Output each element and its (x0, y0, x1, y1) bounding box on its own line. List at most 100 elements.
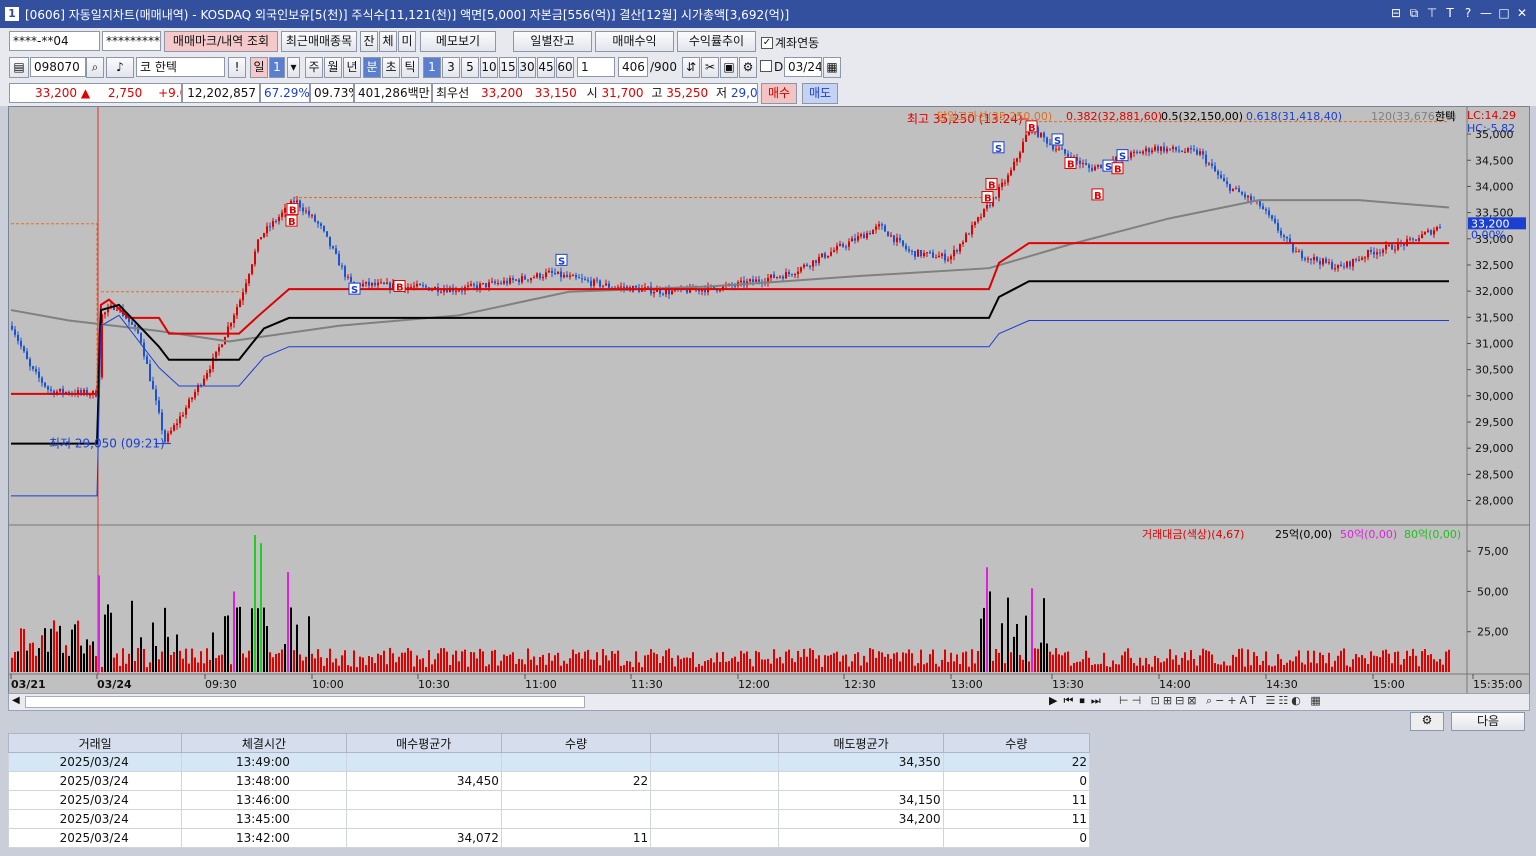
password-input[interactable]: ********* (102, 31, 161, 51)
period-week[interactable]: 주 (305, 57, 323, 78)
calendar-icon[interactable]: ▦ (823, 57, 841, 78)
sell-marker[interactable]: S (348, 282, 361, 296)
memo-button[interactable]: 메모보기 (420, 31, 496, 52)
count-input[interactable]: 406 (618, 57, 648, 77)
date-input[interactable]: 03/24 (784, 57, 822, 77)
balance-button[interactable]: 잔 (360, 31, 378, 52)
maximize-icon[interactable]: □ (1496, 5, 1512, 21)
buy-marker[interactable]: B (285, 214, 298, 228)
chart-scrollbar[interactable]: ◀ ▶⏮⏹⏭ ⊢⊣ ⊡⊞⊟⊠ ⌕−+AT ☰☷◐ ▦ (8, 693, 1530, 711)
volume-bar (11, 657, 13, 672)
sell-marker[interactable]: S (1051, 133, 1064, 147)
column-header[interactable]: 거래일 (7, 733, 183, 753)
column-header[interactable]: 체결시간 (181, 733, 347, 753)
volume-bar (137, 648, 139, 672)
table-row[interactable]: 2025/03/24 13:42:00 34,072 11 0 (7, 828, 1091, 848)
gear-icon[interactable]: ⚙ (739, 57, 757, 78)
sell-button[interactable]: 매도 (802, 83, 838, 104)
copy-icon[interactable]: ⧉ (1406, 5, 1422, 21)
buy-marker[interactable]: B (985, 177, 998, 191)
minute-1[interactable]: 1 (423, 57, 441, 78)
sell-marker[interactable]: S (1116, 149, 1129, 163)
link-icon[interactable]: ⊟ (1388, 5, 1404, 21)
period-month[interactable]: 월 (324, 57, 342, 78)
recent-trades-button[interactable]: 최근매매종목 (281, 31, 357, 52)
candle-body (1184, 151, 1186, 153)
buy-button[interactable]: 매수 (761, 83, 797, 104)
account-select[interactable]: ****-**04 (9, 31, 100, 51)
table-row[interactable]: 2025/03/24 13:45:00 34,200 11 (7, 809, 1091, 829)
n-select[interactable]: 1 (577, 57, 615, 77)
next-button[interactable]: 다음 (1451, 712, 1525, 731)
alert-button[interactable]: ! (228, 57, 246, 78)
minute-45[interactable]: 45 (537, 57, 555, 78)
unfilled-button[interactable]: 미 (398, 31, 416, 52)
volume-bar (254, 535, 256, 672)
help-icon[interactable]: ? (1460, 5, 1476, 21)
sell-marker[interactable]: S (555, 253, 568, 267)
column-header[interactable]: 수량 (942, 733, 1091, 753)
scroll-left-icon[interactable]: ◀ (12, 695, 20, 706)
period-n[interactable]: 1 (269, 57, 285, 78)
font-icon[interactable]: T (1442, 5, 1458, 21)
period-day[interactable]: 일 (250, 57, 268, 78)
chart-type-icon[interactable]: ▤ (9, 57, 29, 78)
candle-body (488, 282, 490, 288)
minimize-icon[interactable]: — (1478, 5, 1494, 21)
period-second[interactable]: 초 (382, 57, 400, 78)
settings-icon[interactable]: ⚙ (1410, 712, 1444, 731)
buy-marker[interactable]: B (393, 280, 406, 294)
minute-30[interactable]: 30 (518, 57, 536, 78)
daily-balance-button[interactable]: 일별잔고 (513, 31, 592, 52)
tool-icon-1[interactable]: ⇵ (682, 57, 700, 78)
buy-marker[interactable]: B (981, 191, 994, 205)
buy-marker[interactable]: B (1091, 188, 1104, 202)
buy-marker[interactable]: B (1111, 162, 1124, 176)
column-header[interactable]: 수량 (500, 733, 652, 753)
period-minute[interactable]: 분 (363, 57, 381, 78)
table-row[interactable]: 2025/03/24 13:48:00 34,450 22 0 (7, 771, 1091, 791)
price-chart[interactable]: 35,000 34,500 34,000 33,500 33,000 32,500 32,0… (8, 106, 1530, 694)
playback-controls[interactable]: ▶⏮⏹⏭ (1049, 694, 1107, 708)
stock-name-field[interactable]: 코 한텍 (136, 57, 225, 77)
candle-body (884, 225, 886, 232)
column-header[interactable]: 매수평균가 (345, 733, 502, 753)
minute-10[interactable]: 10 (480, 57, 498, 78)
trade-mark-query-button[interactable]: 매매마크/내역 조회 (164, 31, 278, 52)
minute-60[interactable]: 60 (556, 57, 574, 78)
sound-icon[interactable]: ♪ (106, 57, 134, 78)
minute-5[interactable]: 5 (461, 57, 479, 78)
stock-code-input[interactable]: 098070 (30, 57, 86, 77)
close-icon[interactable]: ✕ (1514, 5, 1530, 21)
volume-bar (554, 655, 556, 672)
executed-button[interactable]: 체 (379, 31, 397, 52)
table-row[interactable]: 2025/03/24 13:49:00 34,350 22 (7, 752, 1091, 772)
pin-icon[interactable]: ⊤ (1424, 5, 1440, 21)
return-trend-button[interactable]: 수익률추이 (677, 31, 756, 52)
sell-marker[interactable]: S (992, 141, 1005, 155)
search-icon[interactable]: ⌕ (86, 57, 104, 78)
account-link-checkbox[interactable]: ✓ 계좌연동 (761, 34, 819, 51)
buy-marker[interactable]: B (1064, 156, 1077, 170)
candle-body (50, 389, 52, 391)
trade-profit-button[interactable]: 매매수익 (595, 31, 674, 52)
table-row[interactable]: 2025/03/24 13:46:00 34,150 11 (7, 790, 1091, 810)
scroll-thumb[interactable] (25, 696, 585, 708)
volume-bar (716, 652, 718, 672)
column-header[interactable]: 매도평균가 (778, 733, 944, 753)
volume-bar (17, 651, 19, 672)
tool-icon-2[interactable]: ✂ (701, 57, 719, 78)
minute-3[interactable]: 3 (442, 57, 460, 78)
volume-bar (887, 654, 889, 672)
volume-bar (1400, 664, 1402, 672)
minute-15[interactable]: 15 (499, 57, 517, 78)
drawing-tools[interactable]: ⊢⊣ ⊡⊞⊟⊠ ⌕−+AT ☰☷◐ ▦ (1119, 694, 1324, 708)
save-icon[interactable]: ▣ (720, 57, 738, 78)
period-dropdown[interactable]: ▾ (287, 57, 300, 78)
column-header[interactable] (650, 733, 780, 753)
volume-bar (527, 648, 529, 672)
period-tick[interactable]: 틱 (401, 57, 419, 78)
period-year[interactable]: 년 (343, 57, 361, 78)
chart-canvas[interactable]: 35,00034,50034,00033,50033,00032,50032,0… (9, 107, 1529, 693)
d-checkbox[interactable]: D (760, 60, 783, 74)
